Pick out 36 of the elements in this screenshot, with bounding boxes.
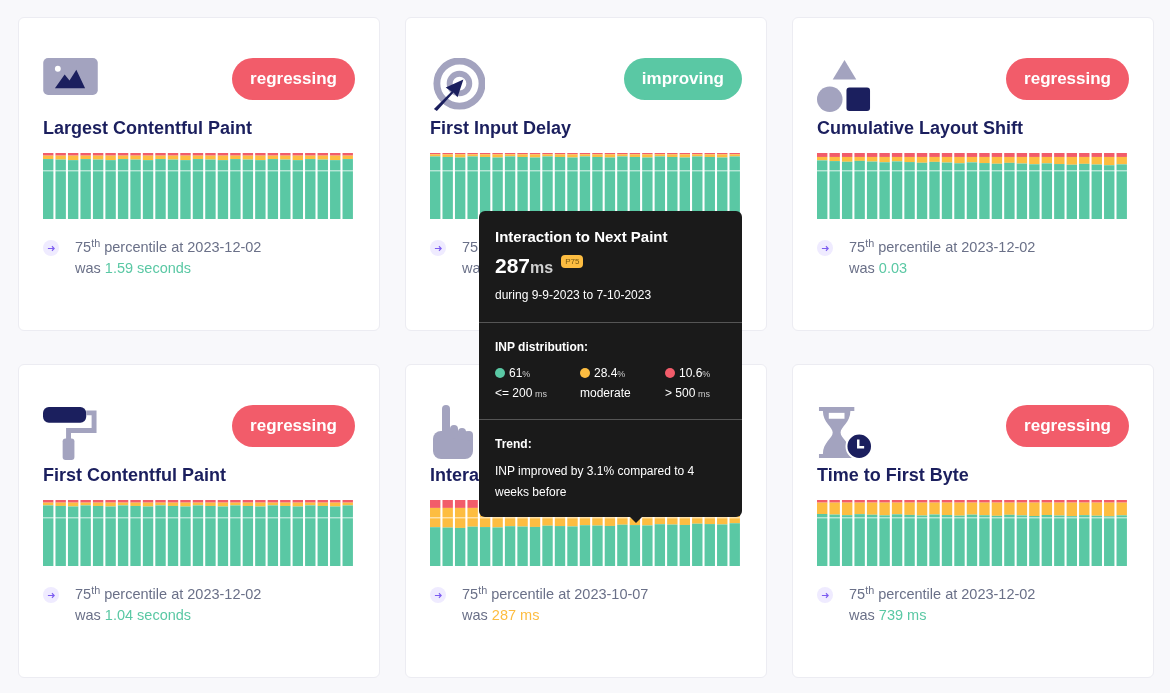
- paint-roller-icon: [43, 405, 98, 460]
- trend-badge: regressing: [232, 58, 355, 100]
- percentile-text: 75$^{th}$ percentile at 2023-12-02 was 1.59 seconds: [75, 237, 262, 278]
- tooltip-title: Interaction to Next Paint: [495, 227, 669, 247]
- date-range: during 9-9-2023 to 7-10-2023: [495, 286, 653, 304]
- percentile-text: 75$^{th}$ percentile at 2023-12-02 was 1.04 seconds: [75, 584, 262, 625]
- percentile-text: 75 wa: [462, 238, 481, 278]
- metric-title: First Input Delay: [430, 118, 572, 138]
- range-label: > 500 ms: [665, 384, 711, 402]
- metric-title: Time to First Byte: [817, 465, 969, 485]
- share-value: 28.4%: [594, 364, 626, 382]
- distribution-heading: INP distribution:: [495, 338, 590, 356]
- pointing-hand-icon: [430, 405, 474, 461]
- trend-text: INP improved by 3.1% compared to 4 weeks before: [495, 462, 696, 501]
- metric-title: Largest Contentful Paint: [43, 118, 252, 138]
- percentile-badge: P75: [561, 254, 584, 268]
- range-label: moderate: [580, 384, 632, 402]
- share-value: 61%: [509, 364, 531, 382]
- trend-badge: regressing: [232, 405, 355, 447]
- tooltip-value: 287ms: [495, 252, 554, 279]
- percentile-text: 75$^{th}$ percentile at 2023-12-02 was 0.03: [849, 237, 1036, 278]
- trend-badge: regressing: [1006, 58, 1129, 100]
- image-icon: [43, 58, 98, 95]
- share-value: 10.6%: [679, 364, 711, 382]
- range-label: <= 200 ms: [495, 384, 548, 402]
- percentile-text: 75$^{th}$ percentile at 2023-10-07 was 287 ms: [462, 584, 649, 625]
- metric-title: Cumulative Layout Shift: [817, 118, 1023, 138]
- trend-badge: improving: [623, 58, 742, 100]
- trend-heading: Trend:: [495, 435, 533, 453]
- percentile-text: 75$^{th}$ percentile at 2023-12-02 was 739 ms: [849, 584, 1036, 625]
- target-cursor-icon: [430, 58, 485, 113]
- hourglass-clock-icon: [817, 405, 872, 460]
- metric-title: Intera: [430, 465, 480, 485]
- shapes-icon: [817, 58, 872, 113]
- trend-badge: regressing: [1006, 405, 1129, 447]
- metric-title: First Contentful Paint: [43, 465, 226, 485]
